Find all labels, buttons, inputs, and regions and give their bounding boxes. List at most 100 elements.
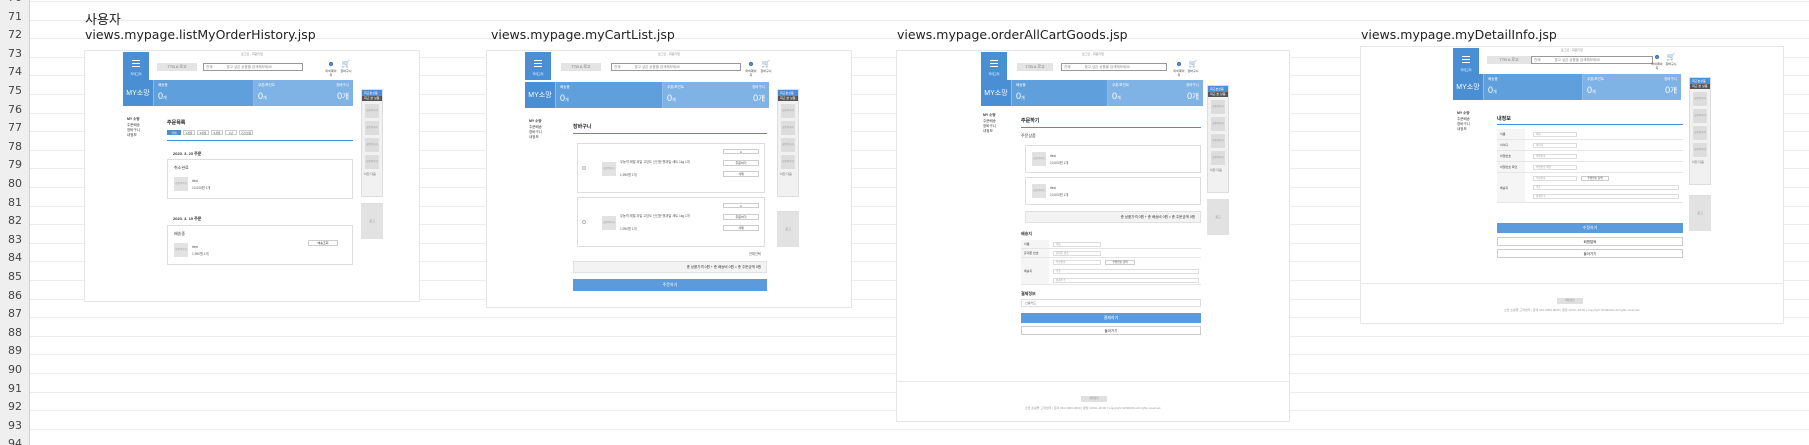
select-all-checkbox[interactable]: 전체선택 xyxy=(749,251,761,256)
mypage-icon[interactable]: ☻ 마이페이지 xyxy=(325,61,337,77)
category-menu-button[interactable]: 카테고리 xyxy=(981,52,1007,80)
item-checkbox[interactable] xyxy=(582,166,586,170)
row-number[interactable]: 87 xyxy=(0,307,30,321)
row-number[interactable]: 74 xyxy=(0,65,30,79)
back-button[interactable]: 돌아가기 xyxy=(1497,249,1683,258)
row-number[interactable]: 71 xyxy=(0,10,30,24)
zip-input[interactable]: 우편번호 xyxy=(1533,176,1577,181)
row-number[interactable]: 92 xyxy=(0,400,30,414)
mypage-icon[interactable]: ☻ 마이페이지 xyxy=(1173,61,1185,77)
panel-pager[interactable]: 이전 다음 xyxy=(1690,157,1710,167)
track-delivery-button[interactable]: 배송조회 xyxy=(308,240,338,246)
period-chip[interactable]: 3개월 xyxy=(197,130,209,135)
back-button[interactable]: 돌아가기 xyxy=(1021,326,1201,335)
product-name[interactable]: 무농약 제철 과일 고당도 신선한 햇과일 세트 1kg 1개 xyxy=(620,214,710,218)
delete-item-button[interactable]: 삭제 xyxy=(723,225,759,231)
phone-input[interactable]: 휴대폰 번호 xyxy=(1053,251,1101,256)
quantity-stepper[interactable]: 1 xyxy=(723,149,759,154)
row-number[interactable]: 70 xyxy=(0,0,30,5)
order-item-button[interactable]: 주문하기 xyxy=(723,160,759,166)
search-input[interactable]: 전체 찾고 싶은 상품을 검색해보세요! xyxy=(1061,63,1167,71)
period-chip[interactable]: 기간설정 xyxy=(239,130,253,135)
logo[interactable]: TTB A 로고 xyxy=(1487,56,1531,64)
password-input[interactable]: 비밀번호 xyxy=(1533,154,1577,159)
order-button[interactable]: 주문하기 xyxy=(573,279,767,291)
period-chip[interactable]: 전체 xyxy=(167,130,181,135)
category-menu-button[interactable]: 카테고리 xyxy=(1453,48,1479,76)
address-input[interactable]: 주소 xyxy=(1533,185,1679,190)
withdraw-button[interactable]: 회원탈퇴 xyxy=(1497,237,1683,246)
period-chip[interactable]: 1개월 xyxy=(183,130,195,135)
id-input[interactable]: 아이디 xyxy=(1533,143,1577,148)
row-number[interactable]: 78 xyxy=(0,140,30,154)
address-detail-input[interactable]: 상세주소 xyxy=(1053,278,1199,283)
row-number[interactable]: 93 xyxy=(0,419,30,433)
zip-input[interactable]: 우편번호 xyxy=(1053,260,1101,265)
logo[interactable]: TTB A 로고 xyxy=(1017,63,1053,71)
row-number[interactable]: 94 xyxy=(0,437,30,445)
period-chip[interactable]: 6개월 xyxy=(211,130,223,135)
row-number[interactable]: 77 xyxy=(0,121,30,135)
footer-button[interactable]: 개인정보 xyxy=(1081,396,1107,402)
row-number[interactable]: 75 xyxy=(0,84,30,98)
save-button[interactable]: 수정하기 xyxy=(1497,223,1683,233)
top-links[interactable]: 로그인 · 회원가입 xyxy=(1361,47,1783,53)
name-input[interactable]: 이름 xyxy=(1053,242,1101,247)
product-name[interactable]: ttest xyxy=(192,245,198,249)
ad-banner[interactable]: 광고 xyxy=(777,211,799,247)
row-number[interactable]: 73 xyxy=(0,47,30,61)
address-detail-input[interactable]: 상세주소 xyxy=(1533,194,1679,199)
pay-button[interactable]: 결제하기 xyxy=(1021,313,1201,323)
panel-pager[interactable]: 이전 다음 xyxy=(778,169,798,179)
category-menu-button[interactable]: 카테고리 xyxy=(123,52,149,80)
row-number[interactable]: 89 xyxy=(0,344,30,358)
address-input[interactable]: 주소 xyxy=(1053,269,1199,274)
row-number[interactable]: 86 xyxy=(0,289,30,303)
zip-search-button[interactable]: 우편번호 검색 xyxy=(1105,260,1135,265)
search-input[interactable]: 전체 찾고 싶은 상품을 검색해보세요! xyxy=(611,63,741,71)
cart-icon[interactable]: 🛒 장바구니 xyxy=(760,61,772,73)
mypage-icon[interactable]: ☻ 마이페이지 xyxy=(1651,54,1663,70)
row-number[interactable]: 80 xyxy=(0,177,30,191)
row-number[interactable]: 91 xyxy=(0,382,30,396)
sidebar-item-info[interactable]: 내정보 xyxy=(127,133,140,138)
payment-select[interactable]: 신용카드 xyxy=(1021,299,1201,307)
search-input[interactable]: 전체 찾고 싶은 상품을 검색해보세요! xyxy=(203,63,303,71)
row-number[interactable]: 88 xyxy=(0,326,30,340)
sidebar-item-info[interactable]: 내정보 xyxy=(1457,127,1470,132)
category-menu-button[interactable]: 카테고리 xyxy=(525,52,551,80)
ad-banner[interactable]: 광고 xyxy=(1207,199,1229,235)
panel-pager[interactable]: 이전 다음 xyxy=(362,169,382,179)
footer-button[interactable]: 개인정보 xyxy=(1557,298,1583,304)
row-number[interactable]: 72 xyxy=(0,28,30,42)
row-number[interactable]: 79 xyxy=(0,158,30,172)
top-links[interactable]: 로그인 · 회원가입 xyxy=(897,51,1289,57)
cart-icon[interactable]: 🛒 장바구니 xyxy=(1665,54,1677,66)
row-number[interactable]: 83 xyxy=(0,233,30,247)
period-chip[interactable]: 1년 xyxy=(225,130,237,135)
mypage-icon[interactable]: ☻ 마이페이지 xyxy=(745,61,757,77)
zip-search-button[interactable]: 우편번호 검색 xyxy=(1581,176,1609,181)
delete-item-button[interactable]: 삭제 xyxy=(723,171,759,177)
cart-icon[interactable]: 🛒 장바구니 xyxy=(340,61,352,73)
logo[interactable]: TTB A 로고 xyxy=(157,63,197,71)
item-checkbox[interactable] xyxy=(582,220,586,224)
product-name[interactable]: 무농약 제철 과일 고당도 신선한 햇과일 세트 1kg 1개 xyxy=(620,160,710,164)
product-name[interactable]: ttest xyxy=(192,179,198,183)
panel-pager[interactable]: 이전 다음 xyxy=(1208,165,1228,175)
ad-banner[interactable]: 광고 xyxy=(1689,195,1711,231)
name-input[interactable]: 이름 xyxy=(1533,132,1577,137)
cart-icon[interactable]: 🛒 장바구니 xyxy=(1187,61,1199,73)
quantity-stepper[interactable]: 1 xyxy=(723,203,759,208)
search-input[interactable]: 전체 찾고 싶은 상품을 검색해보세요! xyxy=(1531,56,1653,64)
order-item-button[interactable]: 주문하기 xyxy=(723,214,759,220)
sidebar-item-info[interactable]: 내정보 xyxy=(529,135,542,140)
sidebar-item-info[interactable]: 내정보 xyxy=(983,129,996,134)
row-number[interactable]: 84 xyxy=(0,251,30,265)
row-number[interactable]: 76 xyxy=(0,103,30,117)
row-number[interactable]: 81 xyxy=(0,196,30,210)
row-number[interactable]: 82 xyxy=(0,214,30,228)
ad-banner[interactable]: 광고 xyxy=(361,203,383,239)
row-number[interactable]: 85 xyxy=(0,270,30,284)
password-confirm-input[interactable]: 비밀번호 확인 xyxy=(1533,165,1577,170)
